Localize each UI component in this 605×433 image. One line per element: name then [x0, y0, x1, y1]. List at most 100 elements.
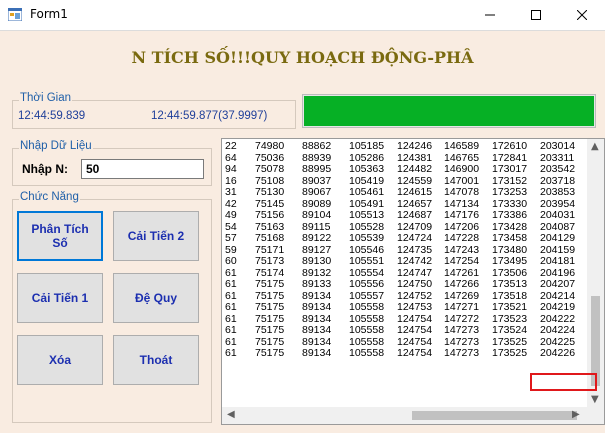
result-cell: 75175 — [255, 278, 285, 290]
result-cell: 124753 — [397, 301, 433, 313]
form-app-icon — [8, 8, 22, 21]
result-cell: 22 — [225, 140, 237, 152]
result-cell: 89130 — [302, 255, 332, 267]
result-cell: 105558 — [349, 324, 385, 336]
window-title: Form1 — [30, 7, 68, 21]
result-cell: 146900 — [444, 163, 480, 175]
recursion-button-label: Đệ Quy — [134, 291, 177, 305]
result-cell: 61 — [225, 301, 237, 313]
result-cell: 124687 — [397, 209, 433, 221]
result-cell: 124754 — [397, 347, 433, 359]
result-cell: 146589 — [444, 140, 480, 152]
result-cell: 204226 — [540, 347, 576, 359]
exit-button-label: Thoát — [139, 353, 173, 367]
improve2-button-label: Cải Tiến 2 — [127, 229, 185, 243]
result-cell: 61 — [225, 347, 237, 359]
scroll-up-icon[interactable]: ▲ — [591, 141, 599, 152]
result-cell: 173521 — [492, 301, 528, 313]
result-cell: 124246 — [397, 140, 433, 152]
result-cell: 173495 — [492, 255, 528, 267]
maximize-icon — [531, 10, 541, 20]
result-cell: 204219 — [540, 301, 576, 313]
result-cell: 89133 — [302, 278, 332, 290]
vertical-scrollbar[interactable]: ▲ ▼ — [587, 139, 604, 407]
result-cell: 74980 — [255, 140, 285, 152]
result-cell: 89067 — [302, 186, 332, 198]
result-cell: 89134 — [302, 301, 332, 313]
result-cell: 147228 — [444, 232, 480, 244]
result-cell: 75130 — [255, 186, 285, 198]
result-cell: 173525 — [492, 347, 528, 359]
close-button[interactable] — [559, 0, 605, 30]
analyze-button[interactable]: Phân Tích Số — [17, 211, 103, 261]
result-cell: 124482 — [397, 163, 433, 175]
n-label: Nhập N: — [22, 162, 68, 176]
result-cell: 173524 — [492, 324, 528, 336]
result-cell: 204224 — [540, 324, 576, 336]
result-cell: 124742 — [397, 255, 433, 267]
result-cell: 147254 — [444, 255, 480, 267]
progress-fill — [304, 96, 594, 126]
result-cell: 173017 — [492, 163, 528, 175]
functions-group-title: Chức Năng — [19, 191, 80, 203]
improve2-button[interactable]: Cải Tiến 2 — [113, 211, 199, 261]
result-cell: 172610 — [492, 140, 528, 152]
horizontal-scroll-thumb[interactable] — [412, 411, 577, 420]
result-cell: 89134 — [302, 347, 332, 359]
analyze-button-label: Phân Tích Số — [31, 222, 89, 250]
improve1-button[interactable]: Cải Tiến 1 — [17, 273, 103, 323]
result-cell: 147273 — [444, 324, 480, 336]
scroll-corner — [587, 407, 604, 424]
scroll-right-icon[interactable]: ▶ — [572, 409, 580, 420]
result-cell: 105363 — [349, 163, 385, 175]
result-cell: 75175 — [255, 347, 285, 359]
result-cell: 75175 — [255, 301, 285, 313]
result-cell: 88862 — [302, 140, 332, 152]
result-cell: 94 — [225, 163, 237, 175]
result-cell: 105513 — [349, 209, 385, 221]
result-cell: 147271 — [444, 301, 480, 313]
result-cell: 147078 — [444, 186, 480, 198]
exit-button[interactable]: Thoát — [113, 335, 199, 385]
result-cell: 147266 — [444, 278, 480, 290]
result-cell: 75173 — [255, 255, 285, 267]
result-cell: 173513 — [492, 278, 528, 290]
result-cell: 203542 — [540, 163, 576, 175]
n-input[interactable]: 50 — [81, 159, 204, 179]
result-cell: 204031 — [540, 209, 576, 221]
result-cell: 75175 — [255, 324, 285, 336]
result-cell: 89134 — [302, 324, 332, 336]
close-icon — [577, 10, 587, 20]
scroll-left-icon[interactable]: ◀ — [227, 409, 235, 420]
time-group-title: Thời Gian — [19, 92, 73, 104]
result-cell: 31 — [225, 186, 237, 198]
result-cell: 203014 — [540, 140, 576, 152]
result-cell: 124615 — [397, 186, 433, 198]
minimize-button[interactable] — [467, 0, 513, 30]
result-cell: 105539 — [349, 232, 385, 244]
scroll-down-icon[interactable]: ▼ — [591, 394, 599, 405]
result-cell: 88995 — [302, 163, 332, 175]
result-cell: 124724 — [397, 232, 433, 244]
result-cell: 204129 — [540, 232, 576, 244]
result-cell: 173386 — [492, 209, 528, 221]
result-cell: 147176 — [444, 209, 480, 221]
result-cell: 105558 — [349, 347, 385, 359]
maximize-button[interactable] — [513, 0, 559, 30]
progress-bar — [302, 94, 596, 128]
banner-title: N TÍCH SỐ!!!QUY HOẠCH ĐỘNG-PHÂ — [131, 48, 474, 67]
result-cell: 105556 — [349, 278, 385, 290]
recursion-button[interactable]: Đệ Quy — [113, 273, 199, 323]
result-cell: 75168 — [255, 232, 285, 244]
clear-button[interactable]: Xóa — [17, 335, 103, 385]
result-cell: 124754 — [397, 324, 433, 336]
result-cell: 75078 — [255, 163, 285, 175]
end-time-label: 12:44:59.877(37.9997) — [151, 110, 268, 122]
result-cell: 105185 — [349, 140, 385, 152]
horizontal-scrollbar[interactable]: ◀ ▶ — [222, 407, 587, 424]
start-time-label: 12:44:59.839 — [18, 110, 86, 122]
highlight-box — [530, 373, 597, 391]
result-cell: 57 — [225, 232, 237, 244]
result-cell: 89122 — [302, 232, 332, 244]
result-cell: 147273 — [444, 347, 480, 359]
